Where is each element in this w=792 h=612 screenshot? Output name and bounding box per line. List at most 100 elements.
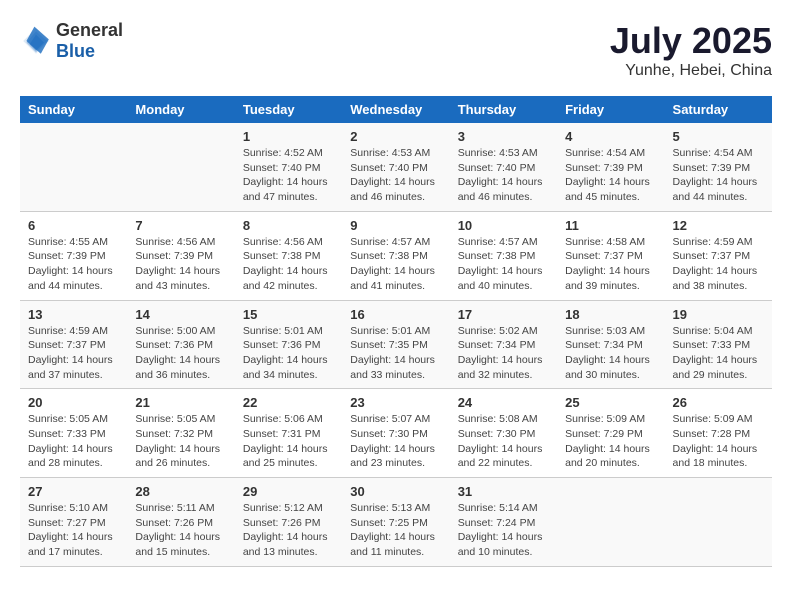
day-number: 3: [458, 129, 549, 144]
day-info: Sunrise: 4:54 AMSunset: 7:39 PMDaylight:…: [673, 146, 764, 205]
day-number: 20: [28, 395, 119, 410]
day-info: Sunrise: 5:00 AMSunset: 7:36 PMDaylight:…: [135, 324, 226, 383]
calendar-cell: 25 Sunrise: 5:09 AMSunset: 7:29 PMDayligh…: [557, 389, 664, 478]
day-info: Sunrise: 4:58 AMSunset: 7:37 PMDaylight:…: [565, 235, 656, 294]
day-number: 25: [565, 395, 656, 410]
day-info: Sunrise: 5:04 AMSunset: 7:33 PMDaylight:…: [673, 324, 764, 383]
day-info: Sunrise: 4:55 AMSunset: 7:39 PMDaylight:…: [28, 235, 119, 294]
day-info: Sunrise: 5:09 AMSunset: 7:28 PMDaylight:…: [673, 412, 764, 471]
day-info: Sunrise: 4:57 AMSunset: 7:38 PMDaylight:…: [350, 235, 441, 294]
calendar-week-row: 6 Sunrise: 4:55 AMSunset: 7:39 PMDaylight…: [20, 211, 772, 300]
calendar-cell: 2 Sunrise: 4:53 AMSunset: 7:40 PMDaylight…: [342, 123, 449, 211]
day-number: 9: [350, 218, 441, 233]
day-info: Sunrise: 4:56 AMSunset: 7:39 PMDaylight:…: [135, 235, 226, 294]
day-info: Sunrise: 5:13 AMSunset: 7:25 PMDaylight:…: [350, 501, 441, 560]
day-number: 2: [350, 129, 441, 144]
weekday-header-tuesday: Tuesday: [235, 96, 342, 123]
day-info: Sunrise: 4:59 AMSunset: 7:37 PMDaylight:…: [673, 235, 764, 294]
weekday-header-sunday: Sunday: [20, 96, 127, 123]
day-number: 4: [565, 129, 656, 144]
day-info: Sunrise: 5:11 AMSunset: 7:26 PMDaylight:…: [135, 501, 226, 560]
day-number: 6: [28, 218, 119, 233]
day-number: 31: [458, 484, 549, 499]
day-info: Sunrise: 4:54 AMSunset: 7:39 PMDaylight:…: [565, 146, 656, 205]
day-info: Sunrise: 4:59 AMSunset: 7:37 PMDaylight:…: [28, 324, 119, 383]
calendar-cell: 11 Sunrise: 4:58 AMSunset: 7:37 PMDayligh…: [557, 211, 664, 300]
logo: General Blue: [20, 20, 123, 62]
day-info: Sunrise: 4:57 AMSunset: 7:38 PMDaylight:…: [458, 235, 549, 294]
day-info: Sunrise: 5:09 AMSunset: 7:29 PMDaylight:…: [565, 412, 656, 471]
calendar-cell: 6 Sunrise: 4:55 AMSunset: 7:39 PMDaylight…: [20, 211, 127, 300]
calendar-cell: [557, 478, 664, 567]
day-number: 23: [350, 395, 441, 410]
day-info: Sunrise: 5:07 AMSunset: 7:30 PMDaylight:…: [350, 412, 441, 471]
weekday-header-monday: Monday: [127, 96, 234, 123]
day-info: Sunrise: 4:52 AMSunset: 7:40 PMDaylight:…: [243, 146, 334, 205]
day-number: 12: [673, 218, 764, 233]
page-header: General Blue July 2025 Yunhe, Hebei, Chi…: [20, 20, 772, 80]
day-number: 15: [243, 307, 334, 322]
calendar-cell: 28Sunrise: 5:11 AMSunset: 7:26 PMDayligh…: [127, 478, 234, 567]
day-number: 21: [135, 395, 226, 410]
calendar-week-row: 1Sunrise: 4:52 AMSunset: 7:40 PMDaylight…: [20, 123, 772, 211]
day-info: Sunrise: 5:14 AMSunset: 7:24 PMDaylight:…: [458, 501, 549, 560]
logo-general-text: General: [56, 20, 123, 40]
day-info: Sunrise: 4:53 AMSunset: 7:40 PMDaylight:…: [458, 146, 549, 205]
location-subtitle: Yunhe, Hebei, China: [610, 62, 772, 80]
calendar-table: SundayMondayTuesdayWednesdayThursdayFrid…: [20, 96, 772, 567]
calendar-week-row: 27 Sunrise: 5:10 AMSunset: 7:27 PMDayligh…: [20, 478, 772, 567]
calendar-cell: 21 Sunrise: 5:05 AMSunset: 7:32 PMDayligh…: [127, 389, 234, 478]
calendar-cell: [127, 123, 234, 211]
calendar-cell: 8 Sunrise: 4:56 AMSunset: 7:38 PMDaylight…: [235, 211, 342, 300]
calendar-cell: 1Sunrise: 4:52 AMSunset: 7:40 PMDaylight…: [235, 123, 342, 211]
calendar-cell: 19 Sunrise: 5:04 AMSunset: 7:33 PMDayligh…: [665, 300, 772, 389]
calendar-cell: 7 Sunrise: 4:56 AMSunset: 7:39 PMDaylight…: [127, 211, 234, 300]
day-info: Sunrise: 5:01 AMSunset: 7:35 PMDaylight:…: [350, 324, 441, 383]
calendar-cell: 15 Sunrise: 5:01 AMSunset: 7:36 PMDayligh…: [235, 300, 342, 389]
calendar-cell: 3 Sunrise: 4:53 AMSunset: 7:40 PMDaylight…: [450, 123, 557, 211]
day-info: Sunrise: 5:12 AMSunset: 7:26 PMDaylight:…: [243, 501, 334, 560]
day-number: 11: [565, 218, 656, 233]
day-number: 27: [28, 484, 119, 499]
calendar-cell: [665, 478, 772, 567]
day-number: 22: [243, 395, 334, 410]
day-number: 29: [243, 484, 334, 499]
logo-icon: [20, 25, 52, 57]
day-number: 8: [243, 218, 334, 233]
calendar-cell: 29 Sunrise: 5:12 AMSunset: 7:26 PMDayligh…: [235, 478, 342, 567]
day-number: 5: [673, 129, 764, 144]
day-info: Sunrise: 5:03 AMSunset: 7:34 PMDaylight:…: [565, 324, 656, 383]
day-number: 17: [458, 307, 549, 322]
day-info: Sunrise: 4:53 AMSunset: 7:40 PMDaylight:…: [350, 146, 441, 205]
calendar-week-row: 20 Sunrise: 5:05 AMSunset: 7:33 PMDayligh…: [20, 389, 772, 478]
day-number: 30: [350, 484, 441, 499]
calendar-cell: 24Sunrise: 5:08 AMSunset: 7:30 PMDayligh…: [450, 389, 557, 478]
month-year-title: July 2025: [610, 20, 772, 62]
day-info: Sunrise: 5:01 AMSunset: 7:36 PMDaylight:…: [243, 324, 334, 383]
calendar-cell: 26Sunrise: 5:09 AMSunset: 7:28 PMDayligh…: [665, 389, 772, 478]
calendar-cell: 5 Sunrise: 4:54 AMSunset: 7:39 PMDaylight…: [665, 123, 772, 211]
calendar-cell: 31 Sunrise: 5:14 AMSunset: 7:24 PMDayligh…: [450, 478, 557, 567]
day-info: Sunrise: 5:10 AMSunset: 7:27 PMDaylight:…: [28, 501, 119, 560]
logo-blue-text: Blue: [56, 41, 95, 61]
day-info: Sunrise: 5:05 AMSunset: 7:32 PMDaylight:…: [135, 412, 226, 471]
title-block: July 2025 Yunhe, Hebei, China: [610, 20, 772, 80]
weekday-header-thursday: Thursday: [450, 96, 557, 123]
calendar-cell: 12 Sunrise: 4:59 AMSunset: 7:37 PMDayligh…: [665, 211, 772, 300]
weekday-header-saturday: Saturday: [665, 96, 772, 123]
calendar-cell: [20, 123, 127, 211]
day-info: Sunrise: 5:05 AMSunset: 7:33 PMDaylight:…: [28, 412, 119, 471]
calendar-cell: 17Sunrise: 5:02 AMSunset: 7:34 PMDayligh…: [450, 300, 557, 389]
day-number: 19: [673, 307, 764, 322]
weekday-header-row: SundayMondayTuesdayWednesdayThursdayFrid…: [20, 96, 772, 123]
day-info: Sunrise: 4:56 AMSunset: 7:38 PMDaylight:…: [243, 235, 334, 294]
day-info: Sunrise: 5:08 AMSunset: 7:30 PMDaylight:…: [458, 412, 549, 471]
calendar-cell: 30 Sunrise: 5:13 AMSunset: 7:25 PMDayligh…: [342, 478, 449, 567]
weekday-header-friday: Friday: [557, 96, 664, 123]
calendar-cell: 20 Sunrise: 5:05 AMSunset: 7:33 PMDayligh…: [20, 389, 127, 478]
calendar-week-row: 13Sunrise: 4:59 AMSunset: 7:37 PMDayligh…: [20, 300, 772, 389]
day-number: 16: [350, 307, 441, 322]
calendar-cell: 14Sunrise: 5:00 AMSunset: 7:36 PMDayligh…: [127, 300, 234, 389]
day-number: 7: [135, 218, 226, 233]
calendar-cell: 16 Sunrise: 5:01 AMSunset: 7:35 PMDayligh…: [342, 300, 449, 389]
